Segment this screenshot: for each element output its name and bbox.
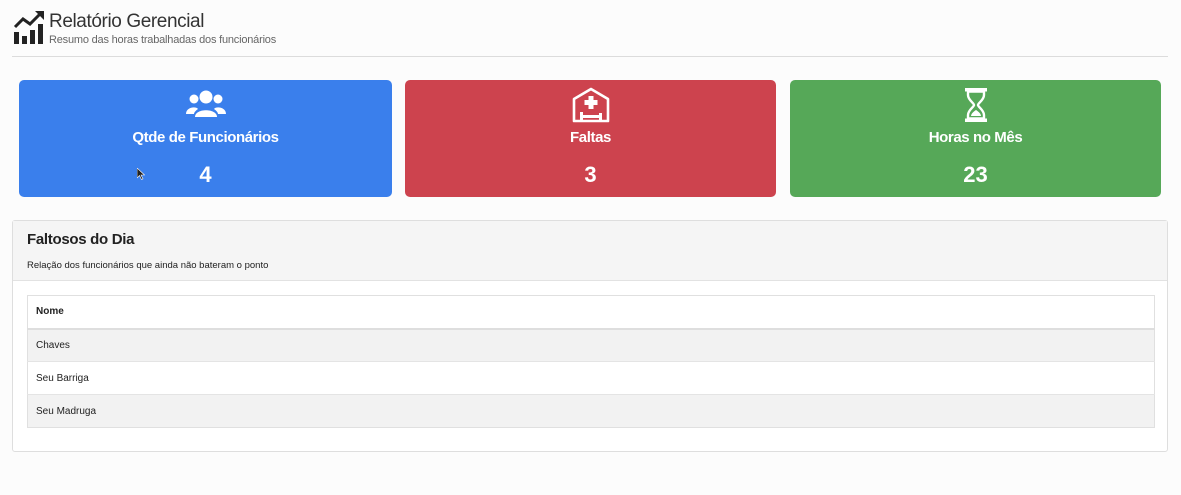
card-label: Qtde de Funcionários xyxy=(132,129,279,146)
column-header-name: Nome xyxy=(27,295,1155,330)
stat-card-absences: Faltas 3 xyxy=(405,80,776,197)
panel-subtitle: Relação dos funcionários que ainda não b… xyxy=(27,260,269,271)
page-header: Relatório Gerencial Resumo das horas tra… xyxy=(12,6,1168,57)
card-value: 23 xyxy=(963,162,988,187)
table-header-row: Nome xyxy=(27,295,1155,330)
table-row[interactable]: Chaves xyxy=(27,328,1155,362)
users-icon xyxy=(185,90,226,117)
card-label: Faltas xyxy=(570,129,611,146)
chart-line-icon xyxy=(13,11,44,44)
page-subtitle: Resumo das horas trabalhadas dos funcion… xyxy=(49,34,277,46)
employee-name-cell: Seu Barriga xyxy=(27,361,1155,395)
employee-name-cell: Chaves xyxy=(27,328,1155,362)
card-label: Horas no Mês xyxy=(928,129,1023,146)
stat-card-employees: Qtde de Funcionários 4 xyxy=(19,80,392,197)
page-title: Relatório Gerencial xyxy=(49,11,205,32)
absent-employees-table: Nome Chaves Seu Barriga Seu Madruga xyxy=(27,295,1155,428)
table-row[interactable]: Seu Madruga xyxy=(27,394,1155,428)
hospital-bed-icon xyxy=(572,87,609,123)
mouse-cursor-icon xyxy=(137,168,145,180)
card-value: 4 xyxy=(199,162,212,187)
table-row[interactable]: Seu Barriga xyxy=(27,361,1155,395)
panel-heading: Faltosos do Dia Relação dos funcionários… xyxy=(13,221,1167,281)
hourglass-icon xyxy=(964,88,987,122)
employee-name-cell: Seu Madruga xyxy=(27,394,1155,428)
absent-employees-panel: Faltosos do Dia Relação dos funcionários… xyxy=(12,220,1168,452)
panel-title: Faltosos do Dia xyxy=(27,231,135,248)
stat-card-hours: Horas no Mês 23 xyxy=(790,80,1161,197)
card-value: 3 xyxy=(584,162,597,187)
page: Relatório Gerencial Resumo das horas tra… xyxy=(0,0,1181,495)
